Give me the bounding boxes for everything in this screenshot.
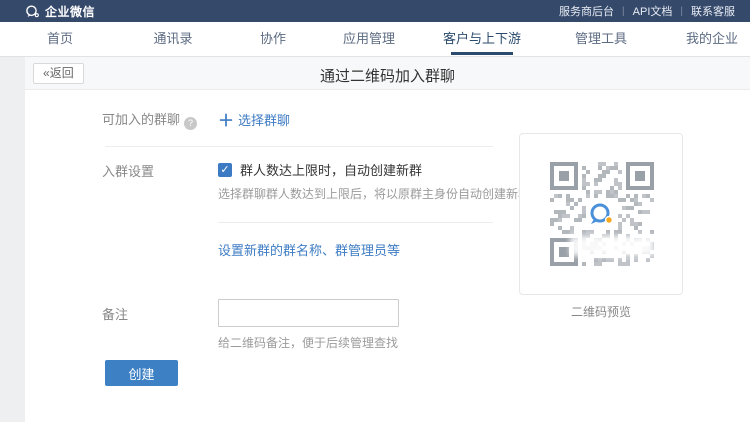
link-service-provider[interactable]: 服务商后台 bbox=[559, 3, 614, 19]
qr-blurred-label bbox=[570, 236, 654, 256]
divider bbox=[105, 146, 493, 147]
select-group-link[interactable]: ＋ 选择群聊 bbox=[218, 107, 290, 131]
topbar-links: 服务商后台 | API文档 | 联系客服 bbox=[559, 3, 735, 19]
qr-preview-card bbox=[519, 133, 683, 295]
auto-create-group-option: ✓ 群人数达上限时，自动创建新群 bbox=[218, 160, 422, 179]
nav-item-home[interactable]: 首页 bbox=[47, 22, 73, 56]
page-title: 通过二维码加入群聊 bbox=[25, 65, 750, 86]
nav-item-my-company[interactable]: 我的企业 bbox=[686, 22, 738, 56]
joinable-group-label-text: 可加入的群聊 bbox=[102, 112, 180, 127]
join-settings-label: 入群设置 bbox=[102, 161, 154, 180]
page: 企业微信 服务商后台 | API文档 | 联系客服 首页 通讯录 协作 应用管理… bbox=[0, 0, 750, 422]
remark-label: 备注 bbox=[102, 304, 128, 323]
joinable-group-label: 可加入的群聊? bbox=[102, 109, 197, 130]
chat-bubble-icon bbox=[25, 5, 40, 18]
join-settings-hint: 选择群聊群人数达到上限后，将以原群主身份自动创建新群 bbox=[218, 185, 530, 202]
top-bar: 企业微信 服务商后台 | API文档 | 联系客服 bbox=[0, 0, 750, 22]
nav-item-customers[interactable]: 客户与上下游 bbox=[443, 22, 521, 56]
qr-preview-caption: 二维码预览 bbox=[519, 303, 683, 320]
page-header: «返回 通过二维码加入群聊 bbox=[25, 57, 750, 90]
nav-item-app-management[interactable]: 应用管理 bbox=[343, 22, 395, 56]
content-area: «返回 通过二维码加入群聊 可加入的群聊? ＋ 选择群聊 入群设置 ✓ 群人数达上… bbox=[25, 57, 750, 422]
auto-create-checkbox-label[interactable]: 群人数达上限时，自动创建新群 bbox=[240, 160, 422, 179]
link-contact-support[interactable]: 联系客服 bbox=[691, 3, 735, 19]
info-icon[interactable]: ? bbox=[184, 117, 197, 130]
create-button[interactable]: 创建 bbox=[105, 360, 178, 386]
nav-item-contacts[interactable]: 通讯录 bbox=[153, 22, 192, 56]
main-nav: 首页 通讯录 协作 应用管理 客户与上下游 管理工具 我的企业 bbox=[0, 22, 750, 56]
remark-input[interactable] bbox=[218, 299, 399, 327]
nav-item-collaboration[interactable]: 协作 bbox=[260, 22, 286, 56]
auto-create-checkbox[interactable]: ✓ bbox=[218, 163, 232, 177]
separator: | bbox=[680, 6, 683, 17]
logo-text: 企业微信 bbox=[45, 3, 95, 20]
separator: | bbox=[622, 6, 625, 17]
new-group-settings-link[interactable]: 设置新群的群名称、群管理员等 bbox=[218, 240, 400, 259]
plus-icon: ＋ bbox=[218, 113, 234, 130]
nav-item-management-tools[interactable]: 管理工具 bbox=[575, 22, 627, 56]
remark-hint: 给二维码备注，便于后续管理查找 bbox=[218, 334, 398, 351]
link-api-docs[interactable]: API文档 bbox=[633, 3, 673, 19]
select-group-link-label: 选择群聊 bbox=[238, 113, 290, 128]
checkmark-icon: ✓ bbox=[220, 164, 229, 176]
wecom-logo[interactable]: 企业微信 bbox=[25, 3, 95, 20]
divider bbox=[218, 222, 493, 223]
